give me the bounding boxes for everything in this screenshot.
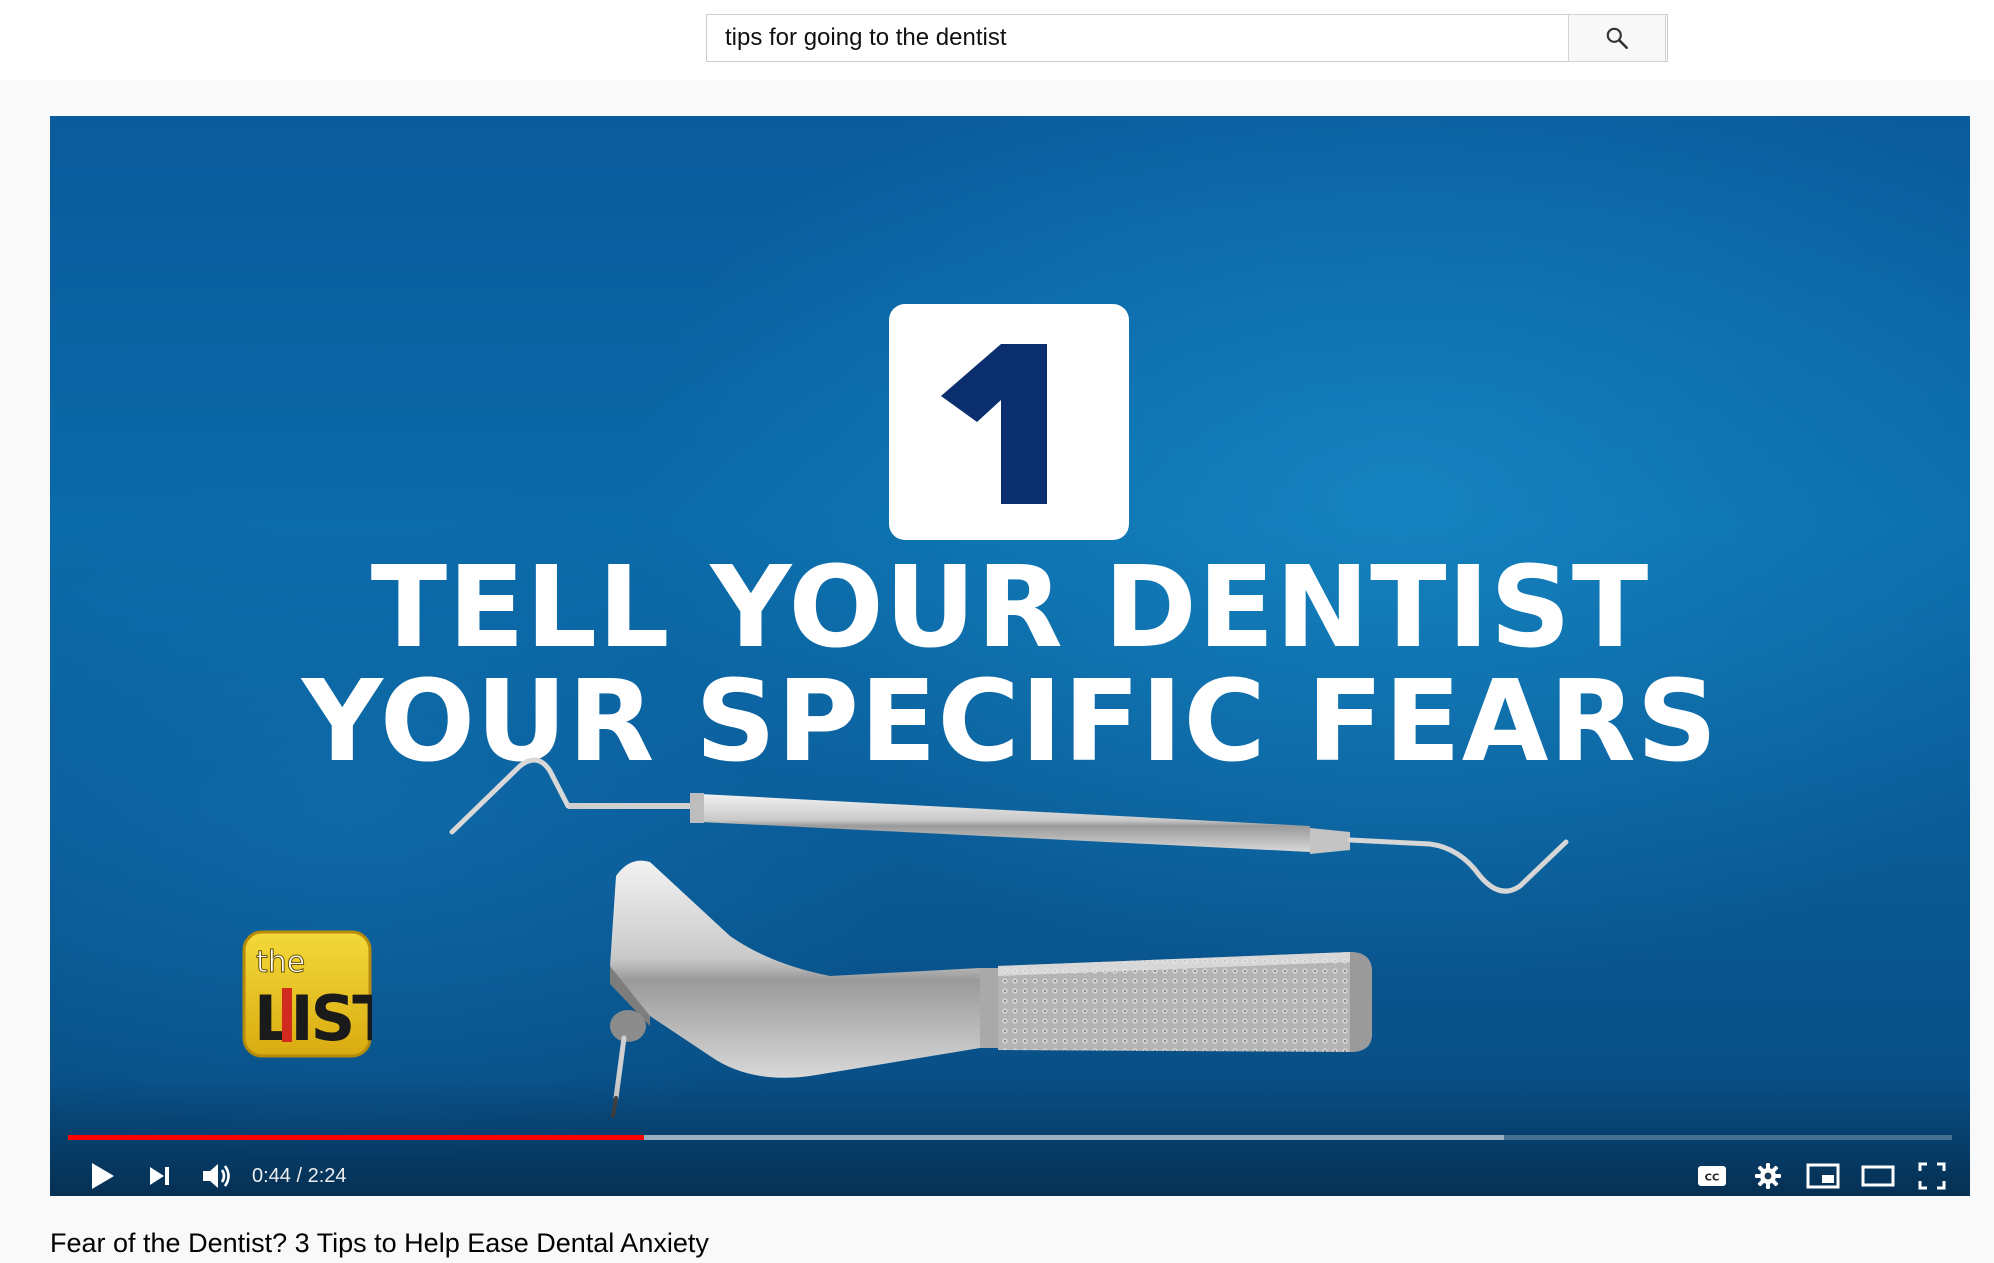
next-icon (150, 1167, 169, 1185)
captions-button[interactable]: CC (1690, 1154, 1734, 1196)
logo-the-text: the (256, 945, 305, 980)
dental-probe (449, 757, 1569, 894)
miniplayer-button[interactable] (1800, 1154, 1846, 1196)
play-icon (92, 1163, 114, 1189)
search-icon (1606, 27, 1629, 50)
search-query: tips for going to the dentist (725, 24, 1007, 51)
gear-icon (1755, 1163, 1781, 1189)
progress-played (68, 1135, 644, 1140)
search-button[interactable] (1568, 14, 1666, 62)
fullscreen-button[interactable] (1910, 1154, 1954, 1196)
the-list-logo: the LIST (242, 930, 397, 1058)
volume-icon (203, 1164, 230, 1188)
next-button[interactable] (138, 1154, 182, 1196)
fullscreen-icon (1918, 1162, 1946, 1190)
play-button[interactable] (78, 1154, 126, 1196)
logo-list-text: LIST (254, 982, 372, 1055)
search-input[interactable]: tips for going to the dentist (706, 14, 1668, 62)
miniplayer-icon (1806, 1163, 1840, 1189)
video-title: Fear of the Dentist? 3 Tips to Help Ease… (50, 1228, 709, 1258)
svg-text:CC: CC (1705, 1173, 1720, 1184)
page: tips for going to the dentist TELL YOUR … (0, 0, 1994, 1263)
progress-bar[interactable] (68, 1135, 1952, 1140)
theater-mode-button[interactable] (1856, 1154, 1900, 1196)
masthead: tips for going to the dentist (0, 0, 1994, 80)
volume-button[interactable] (194, 1154, 240, 1196)
cc-icon: CC (1698, 1166, 1726, 1186)
time-display: 0:44 / 2:24 (252, 1165, 347, 1187)
video-player[interactable]: TELL YOUR DENTIST YOUR SPECIFIC FEARS th… (50, 116, 1970, 1196)
settings-button[interactable] (1746, 1154, 1790, 1196)
theater-mode-icon (1861, 1165, 1895, 1187)
